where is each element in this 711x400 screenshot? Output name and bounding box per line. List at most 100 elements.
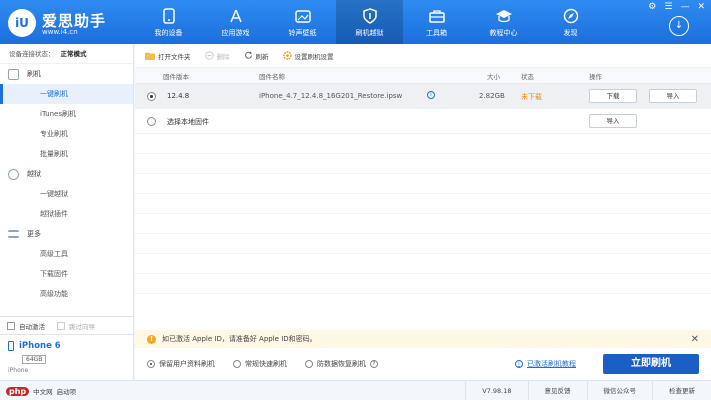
device-model: iPhone — [8, 367, 29, 374]
folder-icon — [145, 52, 155, 60]
download-manager-icon[interactable]: ↓ — [669, 16, 689, 36]
warning-icon: ! — [147, 334, 156, 344]
local-import-button[interactable]: 导入 — [589, 114, 637, 128]
jailbreak-group-icon — [8, 168, 19, 180]
open-folder-label: 打开文件夹 — [158, 52, 191, 61]
refresh-icon — [244, 51, 252, 59]
header-version: 固件版本 — [163, 72, 189, 81]
gear-icon — [282, 51, 292, 60]
local-firmware-radio[interactable] — [147, 117, 156, 126]
nav-tutorials[interactable]: 教程中心 — [470, 0, 537, 44]
flash-now-button[interactable]: 立即刷机 — [603, 354, 699, 374]
download-button[interactable]: 下载 — [589, 89, 637, 103]
nav-label: 我的设备 — [154, 29, 183, 37]
keep-data-option[interactable]: 保留用户资料刷机 — [147, 359, 215, 369]
nav-flash-jailbreak[interactable]: 刷机越狱 — [336, 0, 403, 44]
sidebar-item-batch-flash[interactable]: 批量刷机 — [0, 144, 133, 164]
nav-label: 铃声壁纸 — [288, 29, 317, 37]
graduation-cap-icon — [495, 10, 512, 23]
refresh-label: 刷新 — [255, 52, 269, 61]
nav-my-device[interactable]: 我的设备 — [135, 0, 202, 44]
nav-toolbox[interactable]: 工具箱 — [403, 0, 470, 44]
empty-row — [135, 174, 711, 194]
info-icon[interactable]: i — [427, 91, 435, 99]
device-capacity: 64GB — [22, 355, 47, 364]
firmware-table-header: 固件版本 固件名称 大小 状态 操作 — [135, 68, 711, 84]
sidebar-item-one-click-flash[interactable]: 一键刷机 — [0, 84, 133, 104]
auto-activate-label: 自动激活 — [19, 322, 45, 331]
sidebar-item-pro-flash[interactable]: 专业刷机 — [0, 124, 133, 144]
refresh-button[interactable]: 刷新 — [244, 51, 269, 61]
sidebar-item-download-firmware[interactable]: 下载固件 — [0, 264, 133, 284]
sidebar-group-more[interactable]: 更多 — [0, 224, 133, 244]
import-button[interactable]: 导入 — [649, 89, 697, 103]
skip-guide-option[interactable]: 跳过向导 — [57, 321, 95, 331]
anti-recovery-option[interactable]: 防数据恢复刷机 ? — [305, 359, 378, 369]
flash-tutorial-link[interactable]: i 已激活刷机教程 — [515, 359, 576, 369]
delete-icon — [204, 51, 214, 60]
quick-flash-label: 常规快速刷机 — [245, 360, 287, 368]
php-logo: php — [6, 386, 30, 396]
quick-flash-radio[interactable] — [233, 360, 241, 368]
list-icon — [8, 230, 19, 238]
sidebar-group-jailbreak[interactable]: 越狱 — [0, 164, 133, 184]
open-folder-button[interactable]: 打开文件夹 — [145, 51, 191, 61]
keep-data-radio[interactable] — [147, 360, 155, 368]
site-name: 中文网 — [33, 388, 53, 396]
auto-activate-checkbox[interactable] — [7, 321, 15, 330]
device-title: iPhone 6 — [8, 341, 126, 351]
sidebar: 设备连接状态： 正常模式 刷机 一键刷机 iTunes刷机 专业刷机 批量刷机 越… — [0, 44, 134, 398]
tablet-icon — [162, 8, 175, 24]
app-store-icon — [229, 9, 242, 23]
flash-options: 保留用户资料刷机 常规快速刷机 防数据恢复刷机 ? i 已激活刷机教程 立即刷机 — [135, 348, 711, 380]
status-label: 设备连接状态： — [9, 50, 55, 58]
image-icon — [294, 10, 311, 23]
help-icon[interactable]: ? — [370, 360, 378, 368]
sidebar-item-advanced-tools[interactable]: 高级工具 — [0, 244, 133, 264]
check-update-button[interactable]: 检查更新 — [652, 381, 711, 400]
app-logo: iU 爱思助手 www.i4.cn — [8, 6, 148, 40]
local-firmware-label: 选择本地固件 — [167, 118, 209, 126]
sidebar-item-itunes-flash[interactable]: iTunes刷机 — [0, 104, 133, 124]
firmware-status: 未下载 — [521, 93, 542, 101]
status-value: 正常模式 — [60, 50, 87, 58]
empty-row — [135, 254, 711, 274]
status-left: php 中文网 启动项 — [6, 386, 76, 396]
minimize-icon[interactable]: — — [680, 2, 689, 12]
empty-row — [135, 154, 711, 174]
firmware-row[interactable]: 12.4.8 iPhone_4.7_12.4.8_16G201_Restore.… — [135, 84, 711, 109]
sidebar-item-jailbreak-plugins[interactable]: 越狱插件 — [0, 204, 133, 224]
firmware-radio[interactable] — [147, 92, 156, 101]
skip-guide-checkbox[interactable] — [57, 321, 65, 330]
flash-settings-button[interactable]: 设置刷机设置 — [282, 51, 334, 61]
nav-label: 发现 — [563, 29, 578, 37]
connection-status: 设备连接状态： 正常模式 — [0, 44, 133, 64]
status-right: V7.98.18 意见反馈 微信公众号 检查更新 — [465, 381, 711, 400]
local-firmware-row[interactable]: 选择本地固件 导入 — [135, 109, 711, 134]
close-icon[interactable]: ✕ — [697, 2, 705, 12]
close-notice-icon[interactable]: ✕ — [691, 334, 699, 345]
header-size: 大小 — [487, 72, 500, 81]
anti-recovery-radio[interactable] — [305, 360, 313, 368]
delete-button[interactable]: 删除 — [204, 51, 230, 61]
wechat-button[interactable]: 微信公众号 — [586, 381, 653, 400]
nav-discover[interactable]: 发现 — [537, 0, 604, 44]
menu-icon[interactable]: ☰ — [664, 2, 672, 12]
startup-label: 启动项 — [56, 388, 77, 396]
toolbox-icon — [428, 10, 445, 23]
sidebar-group-flash[interactable]: 刷机 — [0, 64, 133, 84]
empty-row — [135, 194, 711, 214]
settings-icon[interactable]: ⚙ — [648, 2, 656, 12]
nav-apps[interactable]: 应用游戏 — [202, 0, 269, 44]
sidebar-item-advanced-features[interactable]: 高级功能 — [0, 284, 133, 304]
sidebar-item-one-click-jailbreak[interactable]: 一键越狱 — [0, 184, 133, 204]
toolbar: 打开文件夹 删除 刷新 设置刷机设置 — [135, 44, 711, 68]
quick-flash-option[interactable]: 常规快速刷机 — [233, 359, 287, 369]
nav-label: 教程中心 — [489, 29, 518, 37]
phone-icon — [8, 341, 14, 351]
feedback-button[interactable]: 意见反馈 — [527, 381, 587, 400]
auto-activate-row: 自动激活 跳过向导 — [0, 316, 134, 334]
shield-icon — [362, 8, 377, 24]
device-name: iPhone 6 — [19, 341, 61, 351]
nav-ringtones[interactable]: 铃声壁纸 — [269, 0, 336, 44]
